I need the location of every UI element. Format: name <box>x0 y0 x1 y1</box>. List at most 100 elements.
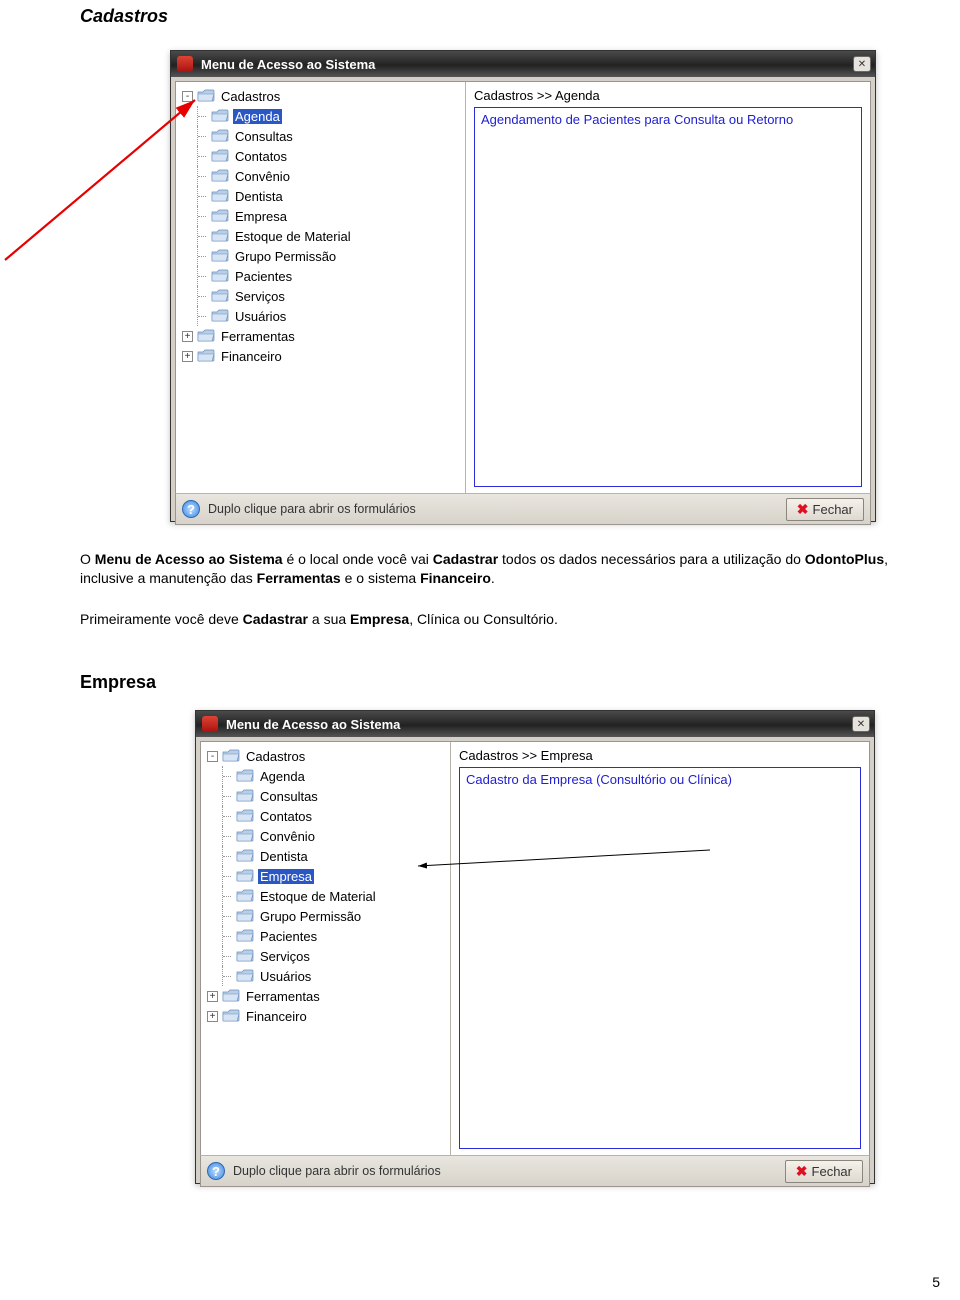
folder-icon <box>197 349 215 363</box>
tree-item-grupo-permissão[interactable]: Grupo Permissão <box>203 906 448 926</box>
help-icon[interactable]: ? <box>207 1162 225 1180</box>
tree-label: Financeiro <box>219 349 284 364</box>
tree-label: Financeiro <box>244 1009 309 1024</box>
tree-item-pacientes[interactable]: Pacientes <box>203 926 448 946</box>
close-button[interactable]: ✖ Fechar <box>785 1160 863 1183</box>
window-close-button[interactable]: ✕ <box>853 56 871 72</box>
close-label: Fechar <box>812 1164 852 1179</box>
collapse-icon[interactable]: - <box>207 751 218 762</box>
tree-label: Convênio <box>233 169 292 184</box>
tree-label: Empresa <box>233 209 289 224</box>
description-text: Agendamento de Pacientes para Consulta o… <box>481 112 793 127</box>
tree-label: Dentista <box>233 189 285 204</box>
app-icon <box>202 716 218 732</box>
folder-icon <box>236 969 254 983</box>
tree-label: Dentista <box>258 849 310 864</box>
tree-label: Ferramentas <box>219 329 297 344</box>
description-text: Cadastro da Empresa (Consultório ou Clín… <box>466 772 732 787</box>
tree-label: Empresa <box>258 869 314 884</box>
folder-icon <box>236 769 254 783</box>
folder-icon <box>236 949 254 963</box>
detail-panel: Cadastros >> Empresa Cadastro da Empresa… <box>451 742 869 1155</box>
tree-label: Convênio <box>258 829 317 844</box>
close-icon: ✖ <box>796 1163 808 1180</box>
tree-item-agenda[interactable]: Agenda <box>203 766 448 786</box>
tree-label: Pacientes <box>258 929 319 944</box>
tree-item-dentista[interactable]: Dentista <box>203 846 448 866</box>
tree-item-contatos[interactable]: Contatos <box>203 806 448 826</box>
tree-item-cadastros[interactable]: -Cadastros <box>203 746 448 766</box>
paragraph-2: Primeiramente você deve Cadastrar a sua … <box>80 610 940 629</box>
folder-icon <box>222 989 240 1003</box>
window-menu-2: Menu de Acesso ao Sistema ✕ -Cadastros Ag… <box>195 710 875 1184</box>
page-number: 5 <box>932 1274 940 1290</box>
tree-panel[interactable]: -Cadastros Agenda Consultas Contatos Convêni… <box>201 742 451 1155</box>
folder-icon <box>211 269 229 283</box>
close-button[interactable]: ✖ Fechar <box>786 498 864 521</box>
folder-icon <box>236 809 254 823</box>
tree-item-financeiro[interactable]: + Financeiro <box>178 346 463 366</box>
tree-item-convênio[interactable]: Convênio <box>178 166 463 186</box>
statusbar: ? Duplo clique para abrir os formulários… <box>200 1155 870 1187</box>
tree-panel[interactable]: - Cadastros Agenda Consultas Contatos Convêni… <box>176 82 466 493</box>
titlebar: Menu de Acesso ao Sistema ✕ <box>196 711 874 737</box>
tree-label: Contatos <box>258 809 314 824</box>
folder-icon <box>236 869 254 883</box>
tree-label: Usuários <box>233 309 288 324</box>
expand-icon[interactable]: + <box>182 351 193 362</box>
tree-item-consultas[interactable]: Consultas <box>203 786 448 806</box>
tree-item-financeiro[interactable]: + Financeiro <box>203 1006 448 1026</box>
expand-icon[interactable]: + <box>207 991 218 1002</box>
folder-icon <box>211 229 229 243</box>
tree-item-dentista[interactable]: Dentista <box>178 186 463 206</box>
app-icon <box>177 56 193 72</box>
folder-icon <box>236 889 254 903</box>
folder-icon <box>222 749 240 763</box>
folder-icon <box>236 929 254 943</box>
expand-icon[interactable]: + <box>207 1011 218 1022</box>
tree-item-empresa[interactable]: Empresa <box>203 866 448 886</box>
detail-panel: Cadastros >> Agenda Agendamento de Pacie… <box>466 82 870 493</box>
tree-item-usuários[interactable]: Usuários <box>203 966 448 986</box>
tree-label: Consultas <box>258 789 320 804</box>
tree-item-ferramentas[interactable]: + Ferramentas <box>178 326 463 346</box>
folder-icon <box>211 309 229 323</box>
tree-label: Agenda <box>233 109 282 124</box>
expand-icon[interactable]: + <box>182 331 193 342</box>
window-title: Menu de Acesso ao Sistema <box>226 717 844 732</box>
tree-item-serviços[interactable]: Serviços <box>178 286 463 306</box>
tree-label: Pacientes <box>233 269 294 284</box>
folder-icon <box>236 849 254 863</box>
tree-item-usuários[interactable]: Usuários <box>178 306 463 326</box>
tree-item-estoque-de-material[interactable]: Estoque de Material <box>203 886 448 906</box>
tree-item-agenda[interactable]: Agenda <box>178 106 463 126</box>
tree-item-grupo-permissão[interactable]: Grupo Permissão <box>178 246 463 266</box>
folder-icon <box>211 249 229 263</box>
tree-item-ferramentas[interactable]: +Ferramentas <box>203 986 448 1006</box>
tree-label: Estoque de Material <box>233 229 353 244</box>
tree-item-convênio[interactable]: Convênio <box>203 826 448 846</box>
tree-label: Agenda <box>258 769 307 784</box>
tree-label: Usuários <box>258 969 313 984</box>
tree-label: Contatos <box>233 149 289 164</box>
tree-item-contatos[interactable]: Contatos <box>178 146 463 166</box>
tree-label: Grupo Permissão <box>233 249 338 264</box>
tree-item-cadastros[interactable]: - Cadastros <box>178 86 463 106</box>
section-heading-empresa: Empresa <box>80 672 156 693</box>
titlebar: Menu de Acesso ao Sistema ✕ <box>171 51 875 77</box>
folder-icon <box>211 109 229 123</box>
close-label: Fechar <box>813 502 853 517</box>
tree-item-serviços[interactable]: Serviços <box>203 946 448 966</box>
collapse-icon[interactable]: - <box>182 91 193 102</box>
tree-item-empresa[interactable]: Empresa <box>178 206 463 226</box>
description-box: Agendamento de Pacientes para Consulta o… <box>474 107 862 487</box>
folder-icon <box>236 829 254 843</box>
tree-label: Cadastros <box>219 89 282 104</box>
tree-item-estoque-de-material[interactable]: Estoque de Material <box>178 226 463 246</box>
tree-item-consultas[interactable]: Consultas <box>178 126 463 146</box>
help-icon[interactable]: ? <box>182 500 200 518</box>
folder-icon <box>211 289 229 303</box>
tree-item-pacientes[interactable]: Pacientes <box>178 266 463 286</box>
folder-icon <box>236 909 254 923</box>
window-close-button[interactable]: ✕ <box>852 716 870 732</box>
